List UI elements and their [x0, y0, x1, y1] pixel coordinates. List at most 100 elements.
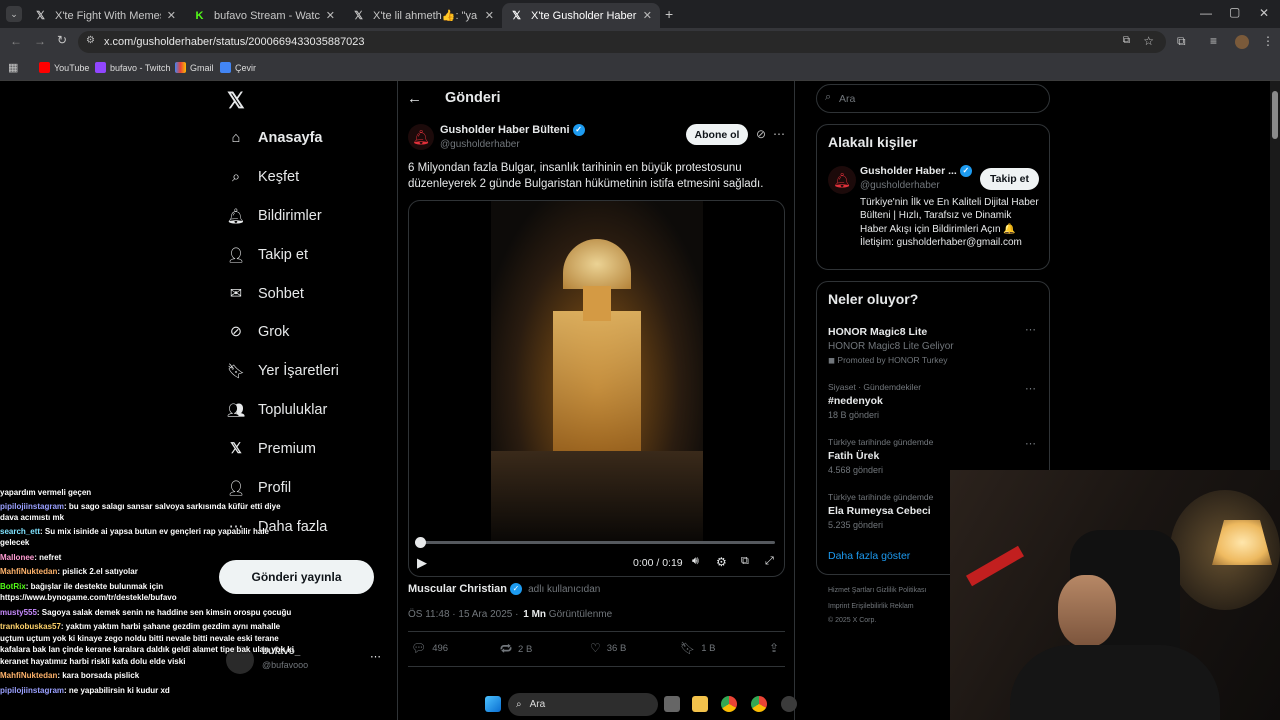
author-avatar[interactable]: 🔔︎: [408, 124, 434, 150]
nav-grok[interactable]: ⊘ Grok: [226, 322, 290, 342]
webcam-overlay: [950, 470, 1280, 720]
settings-icon[interactable]: ⚙: [716, 555, 727, 569]
chat-message: Mallonee: nefret: [0, 552, 300, 564]
footer-links[interactable]: Hizmet Şartları Gizlilik Politikası: [828, 587, 926, 594]
trend-item[interactable]: HONOR Magic8 Lite HONOR Magic8 Lite Geli…: [828, 323, 1040, 366]
back-arrow-icon[interactable]: ←: [407, 90, 422, 107]
follow-button[interactable]: Takip et: [980, 168, 1039, 190]
post-timestamp[interactable]: ÖS 11:48 · 15 Ara 2025 ·: [408, 609, 518, 620]
bookmark-button[interactable]: 🔖︎ 1 B: [680, 641, 716, 655]
repost-button[interactable]: 🔁︎ 2 B: [500, 641, 532, 658]
nav-home[interactable]: ⌂ Anasayfa: [226, 128, 323, 148]
forward-icon[interactable]: →: [34, 34, 46, 48]
tab-4[interactable]: 𝕏 X'te Gusholder Haber Bülteni: "… ✕: [502, 3, 660, 28]
chat-text: yapardım vermeli geçen: [0, 488, 92, 497]
kick-icon: K: [195, 9, 204, 22]
profile-avatar[interactable]: [1235, 35, 1249, 49]
x-premium-icon: 𝕏: [230, 441, 242, 457]
windows-start-icon[interactable]: [485, 696, 501, 712]
tab-2[interactable]: K bufavo Stream - Watch Live on… ✕: [185, 3, 343, 28]
more-icon[interactable]: ⋯: [1025, 437, 1036, 450]
nav-label: Takip et: [258, 247, 308, 263]
nav-bookmarks[interactable]: 🔖︎ Yer İşaretleri: [226, 361, 339, 381]
tab-title: X'te lil ahmeth👍: "ya @wegh…: [373, 10, 479, 22]
x-logo-icon[interactable]: 𝕏: [227, 88, 245, 114]
new-tab-icon[interactable]: +: [665, 6, 673, 22]
chrome-icon[interactable]: [751, 696, 767, 712]
bookmark-twitch[interactable]: bufavo - Twitch: [95, 62, 170, 73]
grok-icon[interactable]: ⊘: [756, 127, 766, 141]
nav-premium[interactable]: 𝕏 Premium: [226, 439, 316, 459]
close-icon[interactable]: ✕: [326, 9, 335, 22]
reply-button[interactable]: 💬︎ 496: [411, 641, 448, 655]
site-info-icon[interactable]: ⚙: [86, 35, 95, 46]
fullscreen-icon[interactable]: ⤢: [765, 555, 774, 568]
search-input[interactable]: ⌕ Ara: [816, 84, 1050, 113]
subscribe-button[interactable]: Abone ol: [686, 124, 748, 145]
extensions-icon[interactable]: ⧉: [1177, 34, 1186, 49]
tab-search-icon[interactable]: ⌄: [6, 6, 22, 22]
chat-text: : Su mix isinide ai yapsa butun ev gençl…: [0, 526, 269, 548]
taskbar-search[interactable]: ⌕ Ara: [508, 693, 658, 716]
install-icon[interactable]: ⧉: [1123, 35, 1130, 46]
more-icon: ⋯: [370, 651, 381, 663]
related-name[interactable]: Gusholder Haber ... ✓: [860, 165, 972, 178]
tab-3[interactable]: 𝕏 X'te lil ahmeth👍: "ya @wegh… ✕: [344, 3, 502, 28]
play-icon[interactable]: ▶: [417, 555, 427, 571]
chrome-icon[interactable]: [721, 696, 737, 712]
bookmark-translate[interactable]: Çevir: [220, 62, 256, 73]
task-view-icon[interactable]: [664, 696, 680, 712]
close-icon[interactable]: ✕: [167, 9, 176, 22]
maximize-icon[interactable]: ▢: [1229, 5, 1240, 19]
credit-name[interactable]: Muscular Christian: [408, 583, 507, 595]
nav-notifications[interactable]: 🔔︎ Bildirimler: [226, 206, 322, 226]
author-handle[interactable]: @gusholderhaber: [440, 139, 520, 150]
video-progress-track[interactable]: [415, 537, 775, 548]
nav-label: Topluluklar: [258, 402, 328, 418]
video-scrubber-handle[interactable]: [415, 537, 426, 548]
apps-icon[interactable]: ▦: [8, 61, 18, 74]
obs-icon[interactable]: [781, 696, 797, 712]
bookmark-gmail[interactable]: Gmail: [175, 62, 214, 73]
tab-title: X'te Fight With Memes: "Fargo…: [55, 9, 161, 22]
footer-links[interactable]: Imprint Erişilebilirlik Reklam: [828, 603, 914, 610]
like-button[interactable]: ♡ 36 B: [590, 641, 626, 655]
nav-label: Anasayfa: [258, 130, 323, 146]
trend-item[interactable]: Siyaset · Gündemdekiler #nedenyok 18 B g…: [828, 382, 1040, 420]
chat-text: : pislick 2.el satıyolar: [57, 567, 138, 576]
more-icon[interactable]: ⋯: [1025, 382, 1036, 395]
close-icon[interactable]: ✕: [485, 9, 494, 22]
url-field[interactable]: ⚙ x.com/gusholderhaber/status/2000669433…: [78, 31, 1166, 53]
video-player[interactable]: ▶ 0:00 / 0:19 🔊︎ ⚙ ⧉ ⤢: [408, 200, 785, 577]
media-icon[interactable]: ≡: [1210, 34, 1217, 48]
bookmark-label: Gmail: [190, 62, 214, 73]
nav-communities[interactable]: 👥︎ Topluluklar: [226, 400, 328, 420]
x-logo-icon: 𝕏: [354, 10, 363, 22]
bookmark-youtube[interactable]: YouTube: [39, 62, 89, 73]
minimize-icon[interactable]: —: [1200, 6, 1212, 20]
volume-icon[interactable]: 🔊︎: [692, 555, 699, 568]
file-explorer-icon[interactable]: [692, 696, 708, 712]
show-more-link[interactable]: Daha fazla göster: [828, 550, 910, 562]
menu-icon[interactable]: ⋮: [1262, 34, 1274, 48]
more-icon[interactable]: ⋯: [1025, 323, 1036, 336]
nav-explore[interactable]: ⌕ Keşfet: [226, 167, 299, 187]
nav-messages[interactable]: ✉ Sohbet: [226, 284, 304, 304]
trend-subtitle: HONOR Magic8 Lite Geliyor: [828, 341, 954, 352]
tab-strip: ⌄ 𝕏 X'te Fight With Memes: "Fargo… ✕ K b…: [0, 0, 1280, 28]
back-icon[interactable]: ←: [10, 34, 22, 48]
author-name[interactable]: Gusholder Haber Bülteni ✓: [440, 124, 585, 137]
tab-1[interactable]: 𝕏 X'te Fight With Memes: "Fargo… ✕: [26, 3, 184, 28]
bookmark-star-icon[interactable]: ☆: [1143, 34, 1154, 48]
share-button[interactable]: ⇪: [769, 641, 779, 655]
video-time: 0:00 / 0:19: [633, 557, 683, 569]
nav-follow[interactable]: 👤︎ Takip et: [226, 245, 308, 265]
reload-icon[interactable]: ↻: [57, 33, 67, 47]
close-window-icon[interactable]: ✕: [1259, 6, 1269, 20]
chat-text: : kara borsada pislick: [57, 671, 140, 680]
pip-icon[interactable]: ⧉: [741, 555, 749, 568]
scrollbar-thumb[interactable]: [1272, 91, 1278, 139]
more-icon[interactable]: ⋯: [773, 127, 785, 141]
close-icon[interactable]: ✕: [643, 9, 652, 22]
related-avatar[interactable]: 🔔︎: [828, 166, 856, 194]
